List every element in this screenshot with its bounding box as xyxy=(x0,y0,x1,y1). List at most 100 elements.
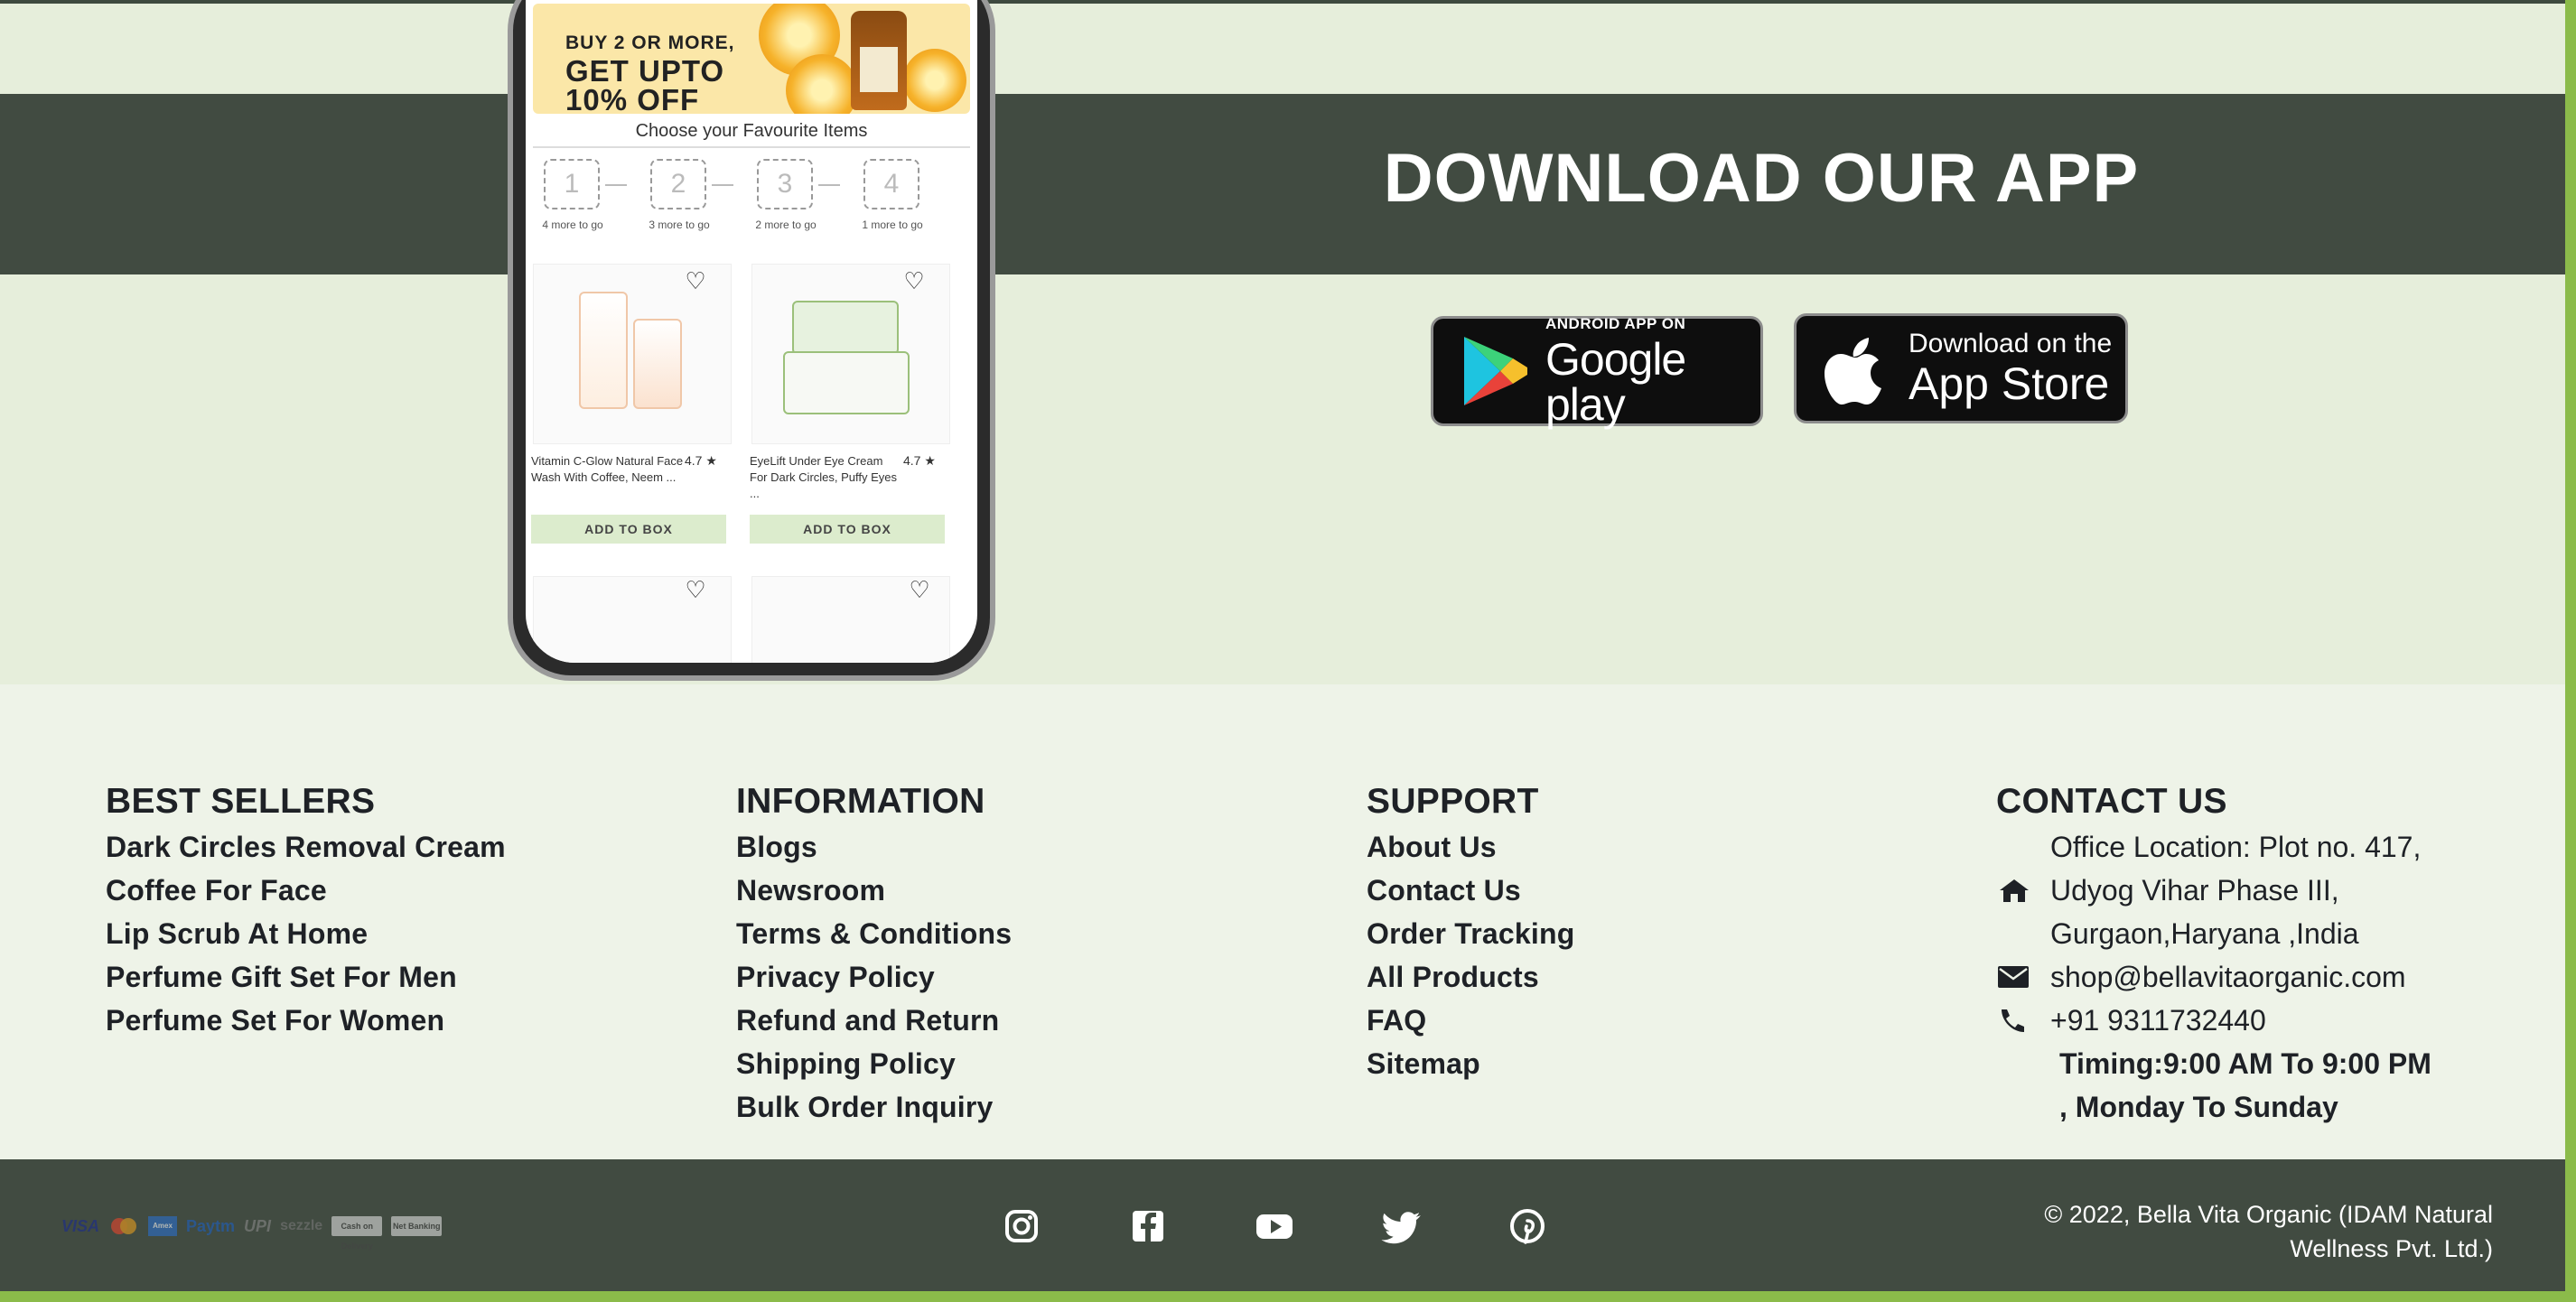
step-box: 2 xyxy=(650,159,706,209)
sezzle-icon: sezzle xyxy=(280,1218,323,1233)
contact-column: CONTACT US Office Location: Plot no. 417… xyxy=(1996,778,2431,1129)
phone-mockup: BUY 2 OR MORE, GET UPTO 10% OFF Choose y… xyxy=(495,0,1008,690)
app-download-title: DOWNLOAD OUR APP xyxy=(1383,140,2140,217)
footer-link[interactable]: Newsroom xyxy=(736,869,1012,912)
footer-link[interactable]: About Us xyxy=(1367,825,1574,869)
app-store-button[interactable]: Download on the App Store xyxy=(1794,313,2128,423)
footer-link[interactable]: Bulk Order Inquiry xyxy=(736,1085,1012,1129)
footer-link[interactable]: Sitemap xyxy=(1367,1042,1574,1085)
google-play-big-label: Google play xyxy=(1545,333,1686,430)
address-line-text: Udyog Vihar Phase III, xyxy=(2050,874,2339,907)
address-line: Office Location: Plot no. 417, xyxy=(2050,831,2422,863)
product-name: Vitamin C-Glow Natural Face Wash With Co… xyxy=(531,454,684,484)
step-label: 3 more to go xyxy=(649,219,710,231)
apple-icon xyxy=(1825,338,1881,405)
footer-links: BEST SELLERS Dark Circles Removal Cream … xyxy=(0,684,2565,1159)
step-box: 4 xyxy=(863,159,919,209)
step-connector xyxy=(605,184,627,186)
email-row[interactable]: shop@bellavitaorganic.com xyxy=(1996,955,2431,999)
facebook-icon[interactable] xyxy=(1123,1201,1173,1251)
promo-banner: BUY 2 OR MORE, GET UPTO 10% OFF xyxy=(533,4,970,114)
step-label: 2 more to go xyxy=(755,219,817,231)
phone-row[interactable]: +91 9311732440 xyxy=(1996,999,2431,1042)
orange-slice-image xyxy=(903,49,966,112)
step-box: 1 xyxy=(544,159,600,209)
phone-text: +91 9311732440 xyxy=(2050,1004,2266,1037)
support-column: SUPPORT About Us Contact Us Order Tracki… xyxy=(1367,778,1574,1085)
step-label: 1 more to go xyxy=(862,219,923,231)
footer-link[interactable]: Coffee For Face xyxy=(106,869,506,912)
wishlist-heart-icon[interactable]: ♡ xyxy=(901,269,927,293)
product-name: EyeLift Under Eye Cream For Dark Circles… xyxy=(750,454,898,500)
support-heading: SUPPORT xyxy=(1367,782,1539,821)
wishlist-heart-icon[interactable]: ♡ xyxy=(683,269,708,293)
step-connector xyxy=(818,184,840,186)
footer-link[interactable]: All Products xyxy=(1367,955,1574,999)
google-play-button[interactable]: ANDROID APP ON Google play xyxy=(1431,314,1763,430)
best-sellers-column: BEST SELLERS Dark Circles Removal Cream … xyxy=(106,778,506,1042)
step-connector xyxy=(712,184,733,186)
pinterest-icon[interactable] xyxy=(1502,1201,1553,1251)
bottom-accent-strip xyxy=(0,1291,2576,1302)
copyright: © 2022, Bella Vita Organic (IDAM Natural… xyxy=(2023,1197,2493,1266)
paytm-icon: Paytm xyxy=(186,1217,236,1235)
footer-link[interactable]: Contact Us xyxy=(1367,869,1574,912)
timing-line: , Monday To Sunday xyxy=(2059,1091,2338,1123)
address-line: Udyog Vihar Phase III, xyxy=(1996,869,2431,912)
mastercard-icon xyxy=(111,1218,137,1234)
information-column: INFORMATION Blogs Newsroom Terms & Condi… xyxy=(736,778,1012,1129)
copyright-line-1: © 2022, Bella Vita Organic (IDAM Natural xyxy=(2044,1201,2493,1228)
footer-link[interactable]: Blogs xyxy=(736,825,1012,869)
footer-link[interactable]: Perfume Gift Set For Men xyxy=(106,955,506,999)
footer-link[interactable]: Order Tracking xyxy=(1367,912,1574,955)
youtube-icon[interactable] xyxy=(1249,1201,1300,1251)
serum-bottle-image xyxy=(851,11,907,110)
address-line: Gurgaon,Haryana ,India xyxy=(2050,917,2359,950)
right-accent-strip xyxy=(2565,0,2576,1302)
bottom-bar: VISA Amex Paytm UPI sezzle Cash on Deliv… xyxy=(0,1159,2565,1291)
instagram-icon[interactable] xyxy=(996,1201,1047,1251)
email-text: shop@bellavitaorganic.com xyxy=(2050,961,2406,993)
footer-link[interactable]: Lip Scrub At Home xyxy=(106,912,506,955)
app-store-small-label: Download on the xyxy=(1909,329,2113,358)
amex-icon: Amex xyxy=(148,1216,178,1236)
divider xyxy=(533,146,970,148)
footer-link[interactable]: Shipping Policy xyxy=(736,1042,1012,1085)
copyright-line-2: Wellness Pvt. Ltd.) xyxy=(2290,1235,2493,1262)
eye-cream-jar-image xyxy=(783,351,910,414)
add-to-box-button[interactable]: ADD TO BOX xyxy=(531,515,726,544)
upi-icon: UPI xyxy=(244,1217,272,1235)
footer-link[interactable]: Terms & Conditions xyxy=(736,912,1012,955)
choose-items-label: Choose your Favourite Items xyxy=(635,121,868,141)
contact-heading: CONTACT US xyxy=(1996,782,2227,821)
orange-slice-image xyxy=(786,54,858,114)
face-wash-tube-image xyxy=(633,319,682,409)
google-play-small-label: ANDROID APP ON xyxy=(1545,314,1686,332)
step-label: 4 more to go xyxy=(542,219,603,231)
footer-link[interactable]: Dark Circles Removal Cream xyxy=(106,825,506,869)
phone-icon xyxy=(2002,1009,2024,1032)
product-rating: 4.7 ★ xyxy=(685,453,717,468)
information-heading: INFORMATION xyxy=(736,782,985,821)
footer-link[interactable]: FAQ xyxy=(1367,999,1574,1042)
face-wash-bottle-image xyxy=(579,292,628,409)
app-store-big-label: App Store xyxy=(1909,358,2110,409)
wishlist-heart-icon[interactable]: ♡ xyxy=(907,578,932,601)
footer-link[interactable]: Privacy Policy xyxy=(736,955,1012,999)
add-to-box-button[interactable]: ADD TO BOX xyxy=(750,515,945,544)
cod-icon: Cash on Delivery xyxy=(331,1216,383,1251)
visa-icon: VISA xyxy=(61,1217,100,1235)
page: DOWNLOAD OUR APP ANDROID APP ON Google p… xyxy=(0,0,2576,1302)
app-download-section: DOWNLOAD OUR APP ANDROID APP ON Google p… xyxy=(0,0,2576,684)
best-sellers-heading: BEST SELLERS xyxy=(106,782,376,821)
timing-line: Timing:9:00 AM To 9:00 PM xyxy=(2059,1047,2431,1080)
eye-cream-lid-image xyxy=(792,301,899,355)
promo-line-1: BUY 2 OR MORE, xyxy=(565,33,735,53)
net-banking-icon: Net Banking xyxy=(391,1216,443,1236)
twitter-icon[interactable] xyxy=(1376,1201,1426,1251)
footer-link[interactable]: Perfume Set For Women xyxy=(106,999,506,1042)
footer-link[interactable]: Refund and Return xyxy=(736,999,1012,1042)
phone-screen: BUY 2 OR MORE, GET UPTO 10% OFF Choose y… xyxy=(526,0,977,663)
step-box: 3 xyxy=(757,159,813,209)
wishlist-heart-icon[interactable]: ♡ xyxy=(683,578,708,601)
